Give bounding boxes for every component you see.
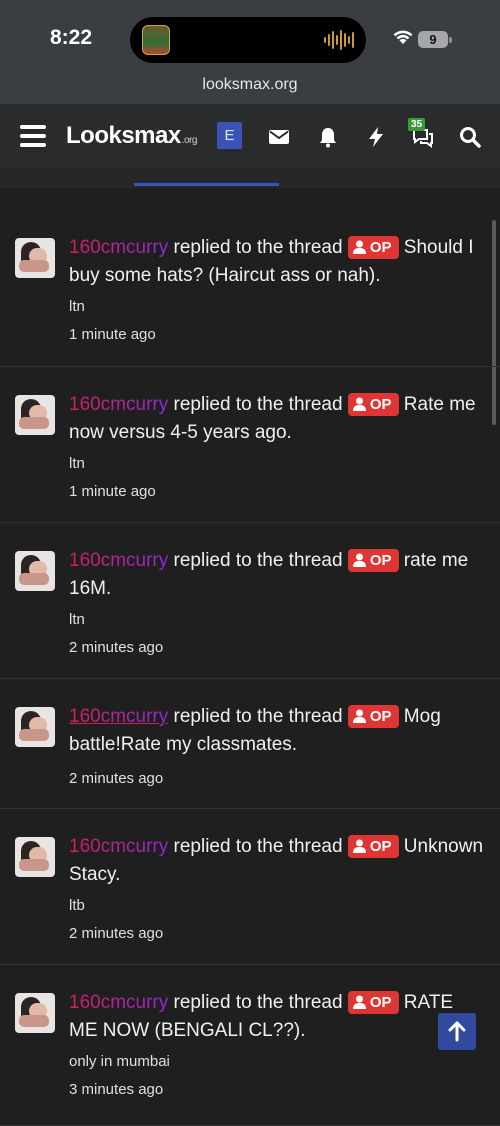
username-link[interactable]: 160cmcurry: [69, 992, 168, 1013]
browser-address-bar[interactable]: looksmax.org: [0, 70, 500, 105]
op-badge: OP: [347, 835, 399, 858]
username-link[interactable]: 160cmcurry: [69, 706, 168, 727]
op-badge-label: OP: [369, 396, 392, 413]
activity-feed: 160cmcurry replied to the thread OP Shou…: [0, 210, 500, 1126]
dynamic-island: [130, 17, 366, 63]
op-badge-label: OP: [369, 239, 392, 256]
active-tab-indicator: [134, 183, 279, 186]
post-snippet: only in mumbai: [69, 1053, 170, 1070]
activity-verb: replied to the thread: [173, 836, 343, 857]
activity-verb: replied to the thread: [173, 550, 343, 571]
post-snippet: ltn: [69, 455, 85, 472]
scroll-to-top-button[interactable]: [438, 1013, 476, 1050]
post-snippet: ltn: [69, 298, 85, 315]
op-badge: OP: [347, 236, 399, 259]
activity-verb: replied to the thread: [173, 706, 343, 727]
avatar[interactable]: [15, 837, 55, 877]
feed-item-headline: 160cmcurry replied to the thread OP RATE…: [69, 989, 484, 1045]
feed-item[interactable]: 160cmcurry replied to the thread OP Shou…: [0, 210, 500, 367]
user-icon: [352, 397, 366, 411]
user-icon: [352, 240, 366, 254]
post-snippet: ltb: [69, 897, 85, 914]
logo-suffix: .org: [181, 135, 198, 146]
username-link[interactable]: 160cmcurry: [69, 394, 168, 415]
op-badge: OP: [347, 705, 399, 728]
status-bar: 8:22 9: [0, 0, 500, 70]
bell-icon[interactable]: [316, 125, 340, 149]
user-icon: [352, 553, 366, 567]
op-badge-label: OP: [369, 708, 392, 725]
feed-item-headline: 160cmcurry replied to the thread OP rate…: [69, 547, 484, 603]
feed-item[interactable]: 160cmcurry replied to the thread OP Unkn…: [0, 809, 500, 965]
activity-verb: replied to the thread: [173, 237, 343, 258]
op-badge-label: OP: [369, 552, 392, 569]
timestamp[interactable]: 1 minute ago: [69, 483, 484, 500]
user-avatar-button[interactable]: E: [217, 122, 242, 149]
status-time: 8:22: [50, 26, 93, 49]
avatar[interactable]: [15, 993, 55, 1033]
user-icon: [352, 709, 366, 723]
username-link[interactable]: 160cmcurry: [69, 237, 168, 258]
feed-item-headline: 160cmcurry replied to the thread OP Unkn…: [69, 833, 484, 889]
battery-indicator: 9: [418, 31, 448, 48]
op-badge: OP: [347, 393, 399, 416]
envelope-icon[interactable]: [267, 125, 291, 149]
feed-item-headline: 160cmcurry replied to the thread OP Mog …: [69, 703, 484, 759]
arrow-up-icon: [448, 1021, 466, 1042]
audio-waveform-icon: [324, 29, 354, 51]
logo-text: Looksmax: [66, 122, 181, 149]
avatar[interactable]: [15, 707, 55, 747]
activity-verb: replied to the thread: [173, 992, 343, 1013]
username-link[interactable]: 160cmcurry: [69, 550, 168, 571]
avatar[interactable]: [15, 395, 55, 435]
feed-item[interactable]: 160cmcurry replied to the thread OP rate…: [0, 523, 500, 679]
op-badge-label: OP: [369, 838, 392, 855]
op-badge-label: OP: [369, 994, 392, 1011]
op-badge: OP: [347, 549, 399, 572]
battery-tip: [449, 37, 452, 43]
url-text[interactable]: looksmax.org: [0, 76, 500, 94]
timestamp[interactable]: 2 minutes ago: [69, 925, 484, 942]
now-playing-artwork: [142, 25, 170, 55]
timestamp[interactable]: 1 minute ago: [69, 326, 484, 343]
activity-verb: replied to the thread: [173, 394, 343, 415]
feed-item[interactable]: 160cmcurry replied to the thread OP Mog …: [0, 679, 500, 809]
feed-item[interactable]: 160cmcurry replied to the thread OP RATE…: [0, 965, 500, 1126]
user-icon: [352, 995, 366, 1009]
user-icon: [352, 839, 366, 853]
conversations-count-badge: 35: [408, 118, 426, 131]
timestamp[interactable]: 2 minutes ago: [69, 770, 484, 787]
post-snippet: ltn: [69, 611, 85, 628]
username-link[interactable]: 160cmcurry: [69, 836, 168, 857]
op-badge: OP: [347, 991, 399, 1014]
avatar[interactable]: [15, 238, 55, 278]
feed-item-headline: 160cmcurry replied to the thread OP Shou…: [69, 234, 484, 290]
menu-icon[interactable]: [20, 125, 46, 147]
timestamp[interactable]: 3 minutes ago: [69, 1081, 484, 1098]
timestamp[interactable]: 2 minutes ago: [69, 639, 484, 656]
feed-item-headline: 160cmcurry replied to the thread OP Rate…: [69, 391, 484, 447]
avatar[interactable]: [15, 551, 55, 591]
bolt-icon[interactable]: [364, 125, 388, 149]
site-logo[interactable]: Looksmax.org: [66, 122, 197, 150]
feed-item[interactable]: 160cmcurry replied to the thread OP Rate…: [0, 367, 500, 523]
site-navbar: Looksmax.org E 35: [0, 105, 500, 167]
wifi-icon: [393, 30, 413, 44]
search-icon[interactable]: [458, 125, 482, 149]
